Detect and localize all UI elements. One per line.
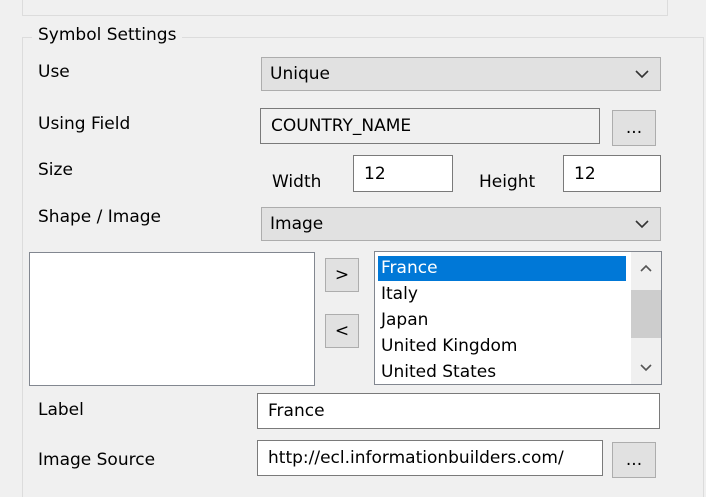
label-input[interactable] [257,393,660,429]
group-title: Symbol Settings [32,25,183,45]
width-label: Width [272,172,322,192]
image-source-label: Image Source [38,450,156,470]
remove-value-button[interactable]: < [325,314,359,348]
height-input[interactable] [563,155,661,192]
scroll-down-arrow-icon[interactable] [639,360,653,374]
list-item[interactable]: Japan [378,308,428,333]
previous-section-frame [22,0,668,16]
image-source-input[interactable] [257,440,603,476]
image-source-browse-button[interactable]: ... [612,442,656,478]
using-field-browse-button[interactable]: ... [612,110,656,146]
assigned-values-list[interactable] [29,252,315,386]
label-field-label: Label [38,400,84,420]
list-item[interactable]: France [378,256,626,281]
using-field-input[interactable] [260,108,600,144]
chevron-down-icon [635,70,649,79]
size-label: Size [38,160,73,180]
list-item[interactable]: United Kingdom [378,334,517,359]
add-value-button[interactable]: > [325,258,359,292]
shape-image-label: Shape / Image [38,207,162,227]
chevron-down-icon [635,220,649,229]
shape-image-dropdown-value: Image [270,214,324,234]
width-input[interactable] [353,155,453,192]
list-item[interactable]: United States [378,360,496,384]
use-dropdown-value: Unique [270,64,330,84]
height-label: Height [479,172,536,192]
use-label: Use [38,62,70,82]
list-item[interactable]: Italy [378,282,418,307]
scroll-up-arrow-icon[interactable] [639,262,653,276]
values-list[interactable]: France Italy Japan United Kingdom United… [374,251,662,385]
scrollbar-thumb[interactable] [631,290,661,338]
using-field-label: Using Field [38,114,131,134]
shape-image-dropdown[interactable]: Image [261,207,661,241]
use-dropdown[interactable]: Unique [261,57,661,91]
values-list-scrollbar[interactable] [631,252,661,384]
